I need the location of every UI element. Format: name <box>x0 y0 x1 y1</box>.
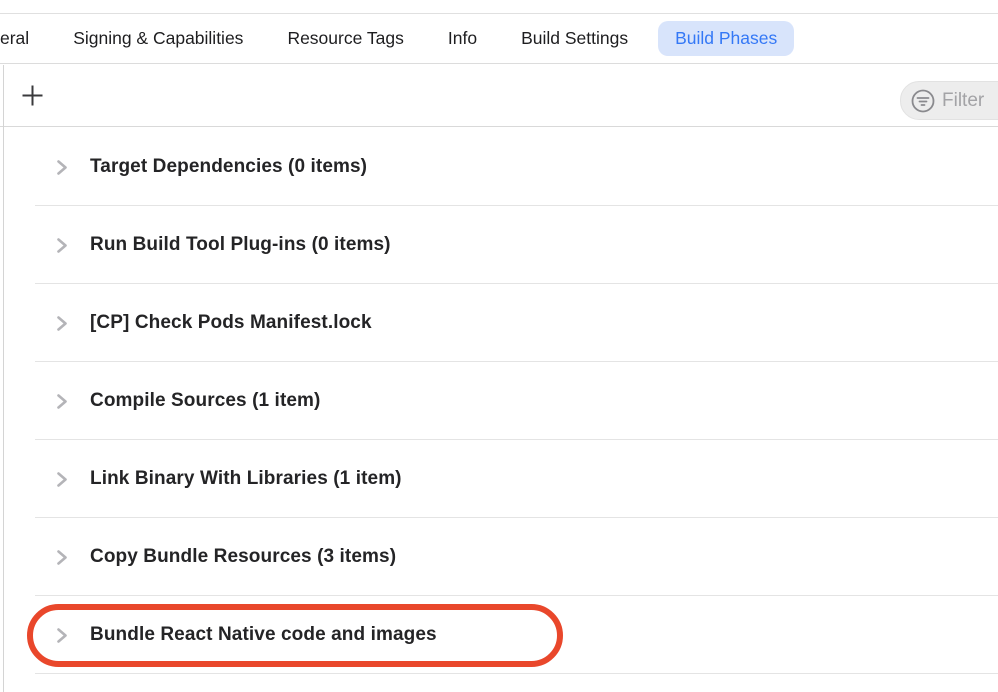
tab-signing-capabilities[interactable]: Signing & Capabilities <box>73 28 243 49</box>
build-phases-toolbar <box>0 65 998 127</box>
chevron-right-icon[interactable] <box>56 159 68 176</box>
tab-build-phases[interactable]: Build Phases <box>658 21 794 56</box>
tab-build-settings[interactable]: Build Settings <box>521 28 628 49</box>
build-phases-screen: eral Signing & Capabilities Resource Tag… <box>0 0 998 692</box>
phase-row-label: Copy Bundle Resources (3 items) <box>90 546 396 568</box>
phase-row-compile-sources[interactable]: Compile Sources (1 item) <box>4 362 998 440</box>
phase-row-run-build-tool-plugins[interactable]: Run Build Tool Plug-ins (0 items) <box>4 206 998 284</box>
project-editor-tab-bar: eral Signing & Capabilities Resource Tag… <box>0 13 998 64</box>
tab-resource-tags[interactable]: Resource Tags <box>287 28 403 49</box>
row-separator <box>35 673 998 674</box>
chevron-right-icon[interactable] <box>56 627 68 644</box>
phase-row-target-dependencies[interactable]: Target Dependencies (0 items) <box>4 128 998 206</box>
chevron-right-icon[interactable] <box>56 237 68 254</box>
build-phases-list: Target Dependencies (0 items) Run Build … <box>4 128 998 674</box>
phase-row-label: Compile Sources (1 item) <box>90 390 320 412</box>
filter-input[interactable] <box>942 90 998 112</box>
phase-row-label: [CP] Check Pods Manifest.lock <box>90 312 372 334</box>
phase-row-link-binary-with-libraries[interactable]: Link Binary With Libraries (1 item) <box>4 440 998 518</box>
chevron-right-icon[interactable] <box>56 393 68 410</box>
plus-icon <box>21 84 44 107</box>
phase-row-cp-check-pods-manifest[interactable]: [CP] Check Pods Manifest.lock <box>4 284 998 362</box>
chevron-right-icon[interactable] <box>56 315 68 332</box>
phase-row-label: Target Dependencies (0 items) <box>90 156 367 178</box>
phase-row-label: Run Build Tool Plug-ins (0 items) <box>90 234 391 256</box>
chevron-right-icon[interactable] <box>56 471 68 488</box>
phase-row-bundle-react-native[interactable]: Bundle React Native code and images <box>4 596 998 674</box>
add-build-phase-button[interactable] <box>18 82 46 110</box>
tab-info[interactable]: Info <box>448 28 477 49</box>
phase-row-label: Link Binary With Libraries (1 item) <box>90 468 402 490</box>
phase-row-copy-bundle-resources[interactable]: Copy Bundle Resources (3 items) <box>4 518 998 596</box>
filter-field[interactable] <box>900 81 998 120</box>
tab-general-clipped[interactable]: eral <box>0 28 29 49</box>
filter-circle-icon <box>911 89 935 113</box>
chevron-right-icon[interactable] <box>56 549 68 566</box>
phase-row-label: Bundle React Native code and images <box>90 624 437 646</box>
